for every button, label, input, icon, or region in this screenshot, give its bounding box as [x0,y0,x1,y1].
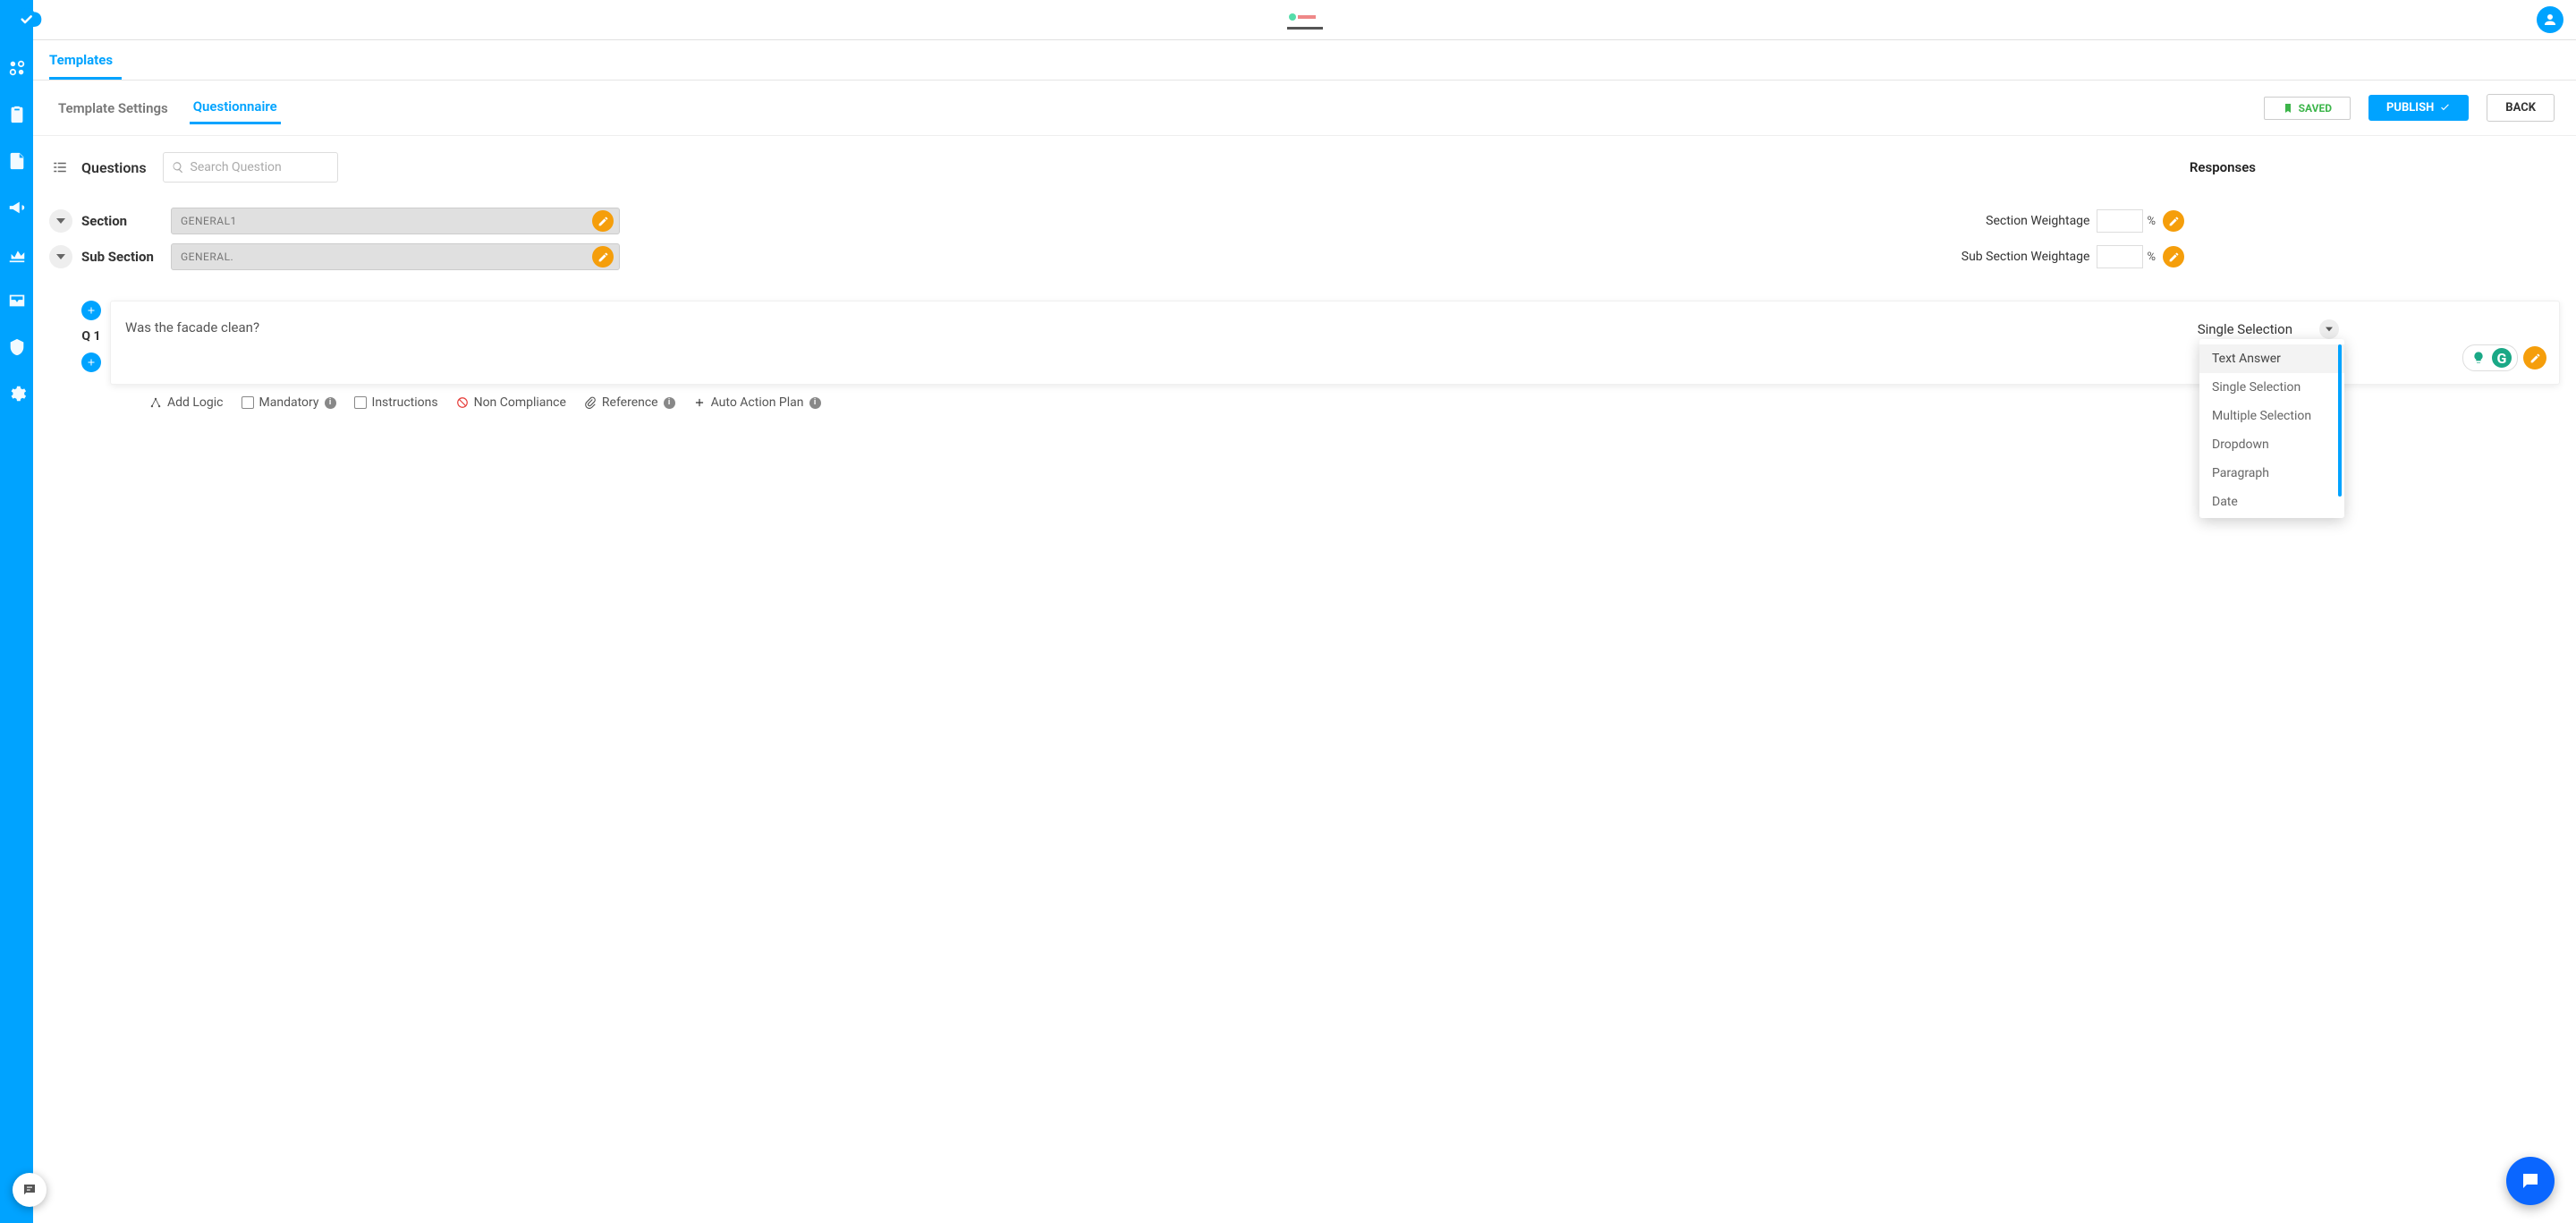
dropdown-item-paragraph[interactable]: Paragraph [2199,459,2344,488]
support-chat-fab[interactable] [2506,1157,2555,1205]
dropdown-item-date[interactable]: Date [2199,488,2344,516]
search-input[interactable] [163,152,338,183]
auto-action-option[interactable]: Auto Action Plan i [693,395,821,410]
edit-section-weightage-button[interactable] [2163,210,2184,232]
bookmark-icon [2283,103,2293,114]
non-compliance-option[interactable]: Non Compliance [456,395,566,410]
edit-section-button[interactable] [592,210,614,232]
mandatory-checkbox[interactable] [242,396,254,409]
plus-icon [693,396,706,409]
check-icon [2439,102,2451,114]
non-compliance-label: Non Compliance [474,395,566,410]
back-button[interactable]: BACK [2487,94,2555,122]
subsection-name-field-wrap [171,243,620,270]
section-label: Section [81,213,162,229]
info-icon: i [325,397,336,409]
mandatory-label: Mandatory [259,395,319,410]
add-question-above-button[interactable] [81,301,101,320]
lightbulb-icon [2469,348,2488,368]
paperclip-icon [584,396,597,409]
subsection-collapse-toggle[interactable] [49,245,72,268]
add-logic-option[interactable]: Add Logic [149,395,224,410]
section-collapse-toggle[interactable] [49,209,72,233]
search-icon [172,161,184,174]
subsection-weightage-input[interactable] [2097,245,2143,268]
instructions-checkbox[interactable] [354,396,367,409]
instructions-label: Instructions [372,395,438,410]
question-card: Was the facade clean? Single Selection T… [110,301,2560,385]
sidebar-item-analytics[interactable] [7,244,27,264]
sidebar-item-settings[interactable] [7,384,27,403]
response-type-value: Single Selection [2198,321,2292,337]
ban-icon [456,396,469,409]
sidebar-item-apps[interactable] [7,58,27,78]
dropdown-item-single-selection[interactable]: Single Selection [2199,373,2344,402]
saved-label: SAVED [2299,102,2332,115]
publish-label: PUBLISH [2386,101,2434,115]
section-name-field-wrap [171,208,620,234]
chevron-down-icon [2319,319,2339,339]
question-index-label: Q 1 [81,329,100,344]
mandatory-option[interactable]: Mandatory i [242,395,336,410]
tab-templates[interactable]: Templates [49,43,122,80]
saved-badge: SAVED [2264,97,2351,120]
pct-label-2: % [2147,251,2156,264]
response-type-dropdown: Text Answer Single Selection Multiple Se… [2199,339,2344,518]
sidebar-item-shield[interactable] [7,337,27,357]
response-type-select[interactable]: Single Selection [2198,319,2545,339]
search-wrap [163,152,338,183]
add-question-below-button[interactable] [81,352,101,372]
auto-action-label: Auto Action Plan [711,395,804,410]
sidebar-item-megaphone[interactable] [7,198,27,217]
instructions-option[interactable]: Instructions [354,395,438,410]
subsection-label: Sub Section [81,249,162,265]
dropdown-item-dropdown[interactable]: Dropdown [2199,430,2344,459]
section-name-input[interactable] [181,215,592,227]
sidebar-item-document[interactable] [7,151,27,171]
app-logo[interactable] [7,5,43,34]
edit-subsection-button[interactable] [592,246,614,268]
sidebar-item-inbox[interactable] [7,291,27,310]
question-text-input[interactable]: Was the facade clean? [125,319,2198,335]
primary-tabs: Templates [33,40,2576,81]
help-chat-fab[interactable] [13,1173,47,1207]
subtab-questionnaire[interactable]: Questionnaire [190,91,281,124]
logic-icon [149,396,162,409]
pct-label: % [2147,215,2156,228]
grammar-badge[interactable]: G [2462,344,2518,371]
section-weightage-label: Section Weightage [1986,214,2089,228]
dropdown-item-text-answer[interactable]: Text Answer [2199,344,2344,373]
edit-subsection-weightage-button[interactable] [2163,246,2184,268]
sidebar [0,0,33,1223]
reference-option[interactable]: Reference i [584,395,675,410]
responses-title: Responses [2190,159,2560,175]
info-icon: i [809,397,821,409]
info-icon: i [664,397,675,409]
list-view-icon[interactable] [49,157,71,178]
subsection-name-input[interactable] [181,251,592,263]
topbar [33,0,2576,40]
sub-tabs: Template Settings Questionnaire SAVED PU… [33,81,2576,136]
add-logic-label: Add Logic [167,395,224,410]
dropdown-item-multiple-selection[interactable]: Multiple Selection [2199,402,2344,430]
edit-question-button[interactable] [2523,346,2546,369]
sidebar-item-clipboard[interactable] [7,105,27,124]
section-weightage-input[interactable] [2097,209,2143,233]
subtab-template-settings[interactable]: Template Settings [55,93,172,123]
questions-title: Questions [81,159,147,176]
subsection-weightage-label: Sub Section Weightage [1962,250,2090,264]
tenant-logo [1287,10,1323,30]
reference-label: Reference [602,395,658,410]
grammarly-icon: G [2492,348,2512,368]
user-avatar[interactable] [2537,6,2563,33]
publish-button[interactable]: PUBLISH [2368,95,2469,121]
dropdown-item-datetime[interactable]: Date & Time [2199,516,2344,518]
